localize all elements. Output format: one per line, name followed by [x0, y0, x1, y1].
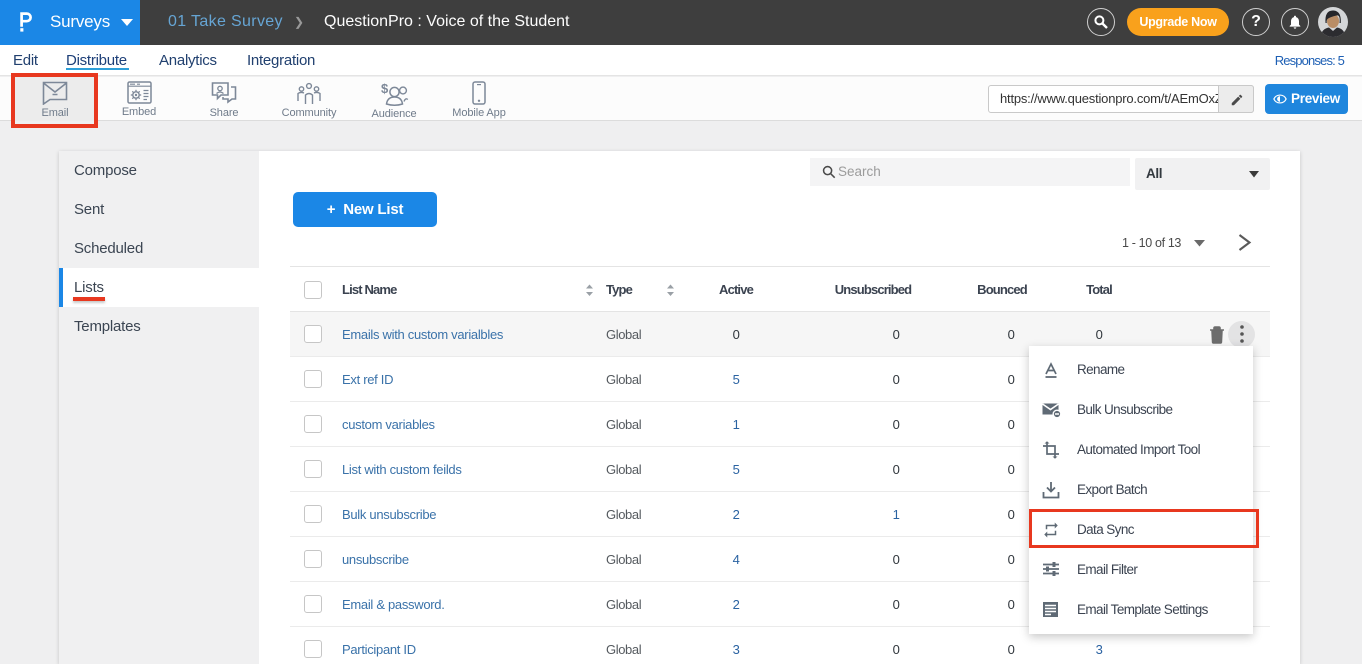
svg-text:$: $: [381, 81, 389, 96]
